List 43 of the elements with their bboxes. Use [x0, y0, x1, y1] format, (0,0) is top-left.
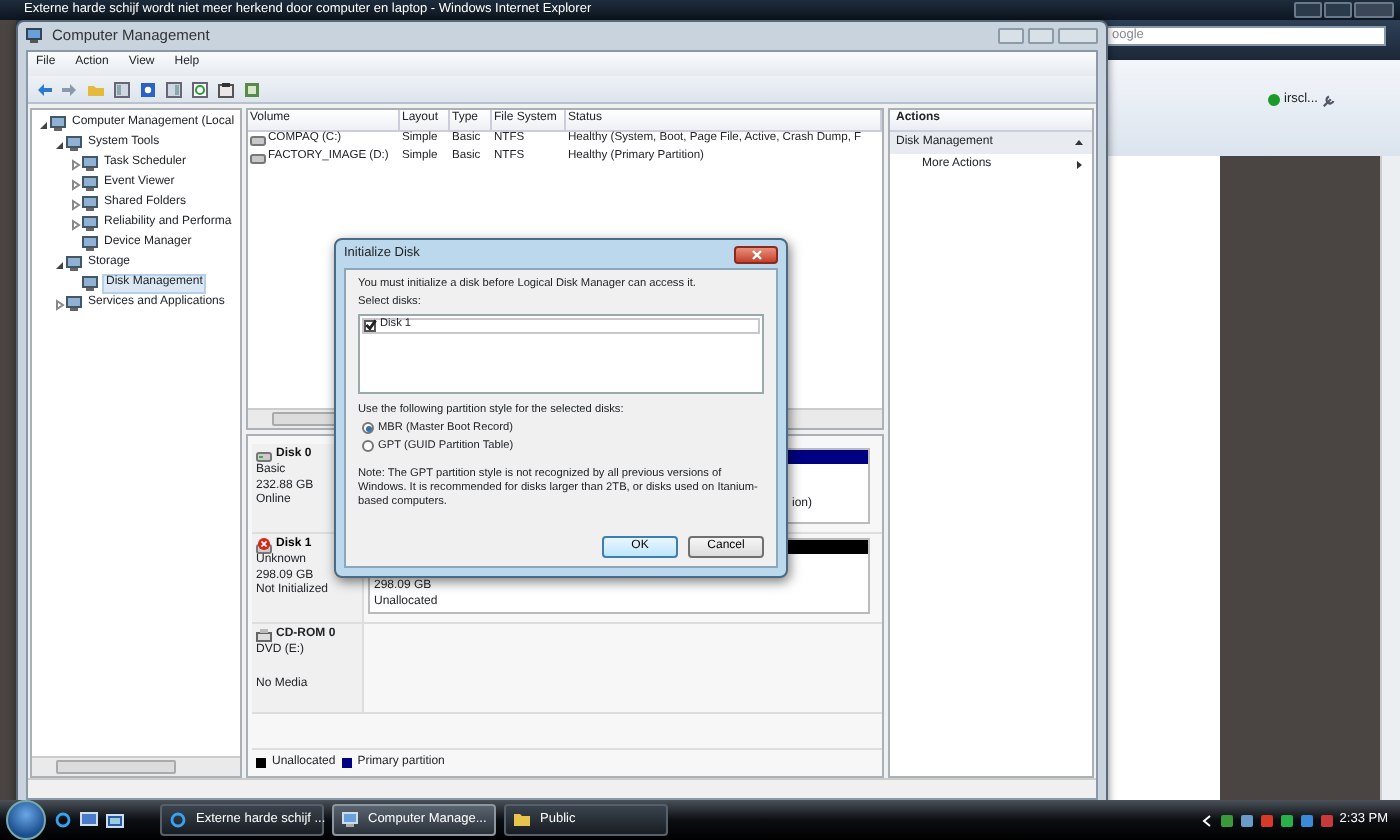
computer-icon — [66, 136, 82, 152]
computer-icon — [82, 156, 98, 172]
radio-button[interactable] — [362, 422, 374, 435]
collapsed-arrow-icon[interactable] — [52, 297, 66, 311]
back-arrow-icon[interactable] — [36, 81, 52, 97]
computer-icon — [82, 236, 98, 252]
scrollbar[interactable] — [1380, 156, 1400, 800]
close-icon — [749, 247, 763, 261]
desktop-icon[interactable] — [80, 812, 98, 828]
restore-button[interactable] — [1324, 2, 1352, 18]
window-switch-icon[interactable] — [106, 812, 124, 828]
panel-icon[interactable] — [166, 81, 182, 97]
expanded-arrow-icon[interactable] — [52, 257, 66, 271]
browser-icon[interactable] — [54, 812, 72, 828]
collapse-caret-icon[interactable] — [1072, 135, 1086, 149]
computer-icon — [82, 216, 98, 232]
scrollbar[interactable] — [32, 756, 240, 776]
panel-icon[interactable] — [114, 81, 130, 97]
minimize-button[interactable] — [1294, 2, 1322, 18]
expanded-arrow-icon[interactable] — [52, 137, 66, 151]
collapsed-arrow-icon[interactable] — [68, 217, 82, 231]
collapsed-arrow-icon[interactable] — [68, 197, 82, 211]
checkmark-icon — [363, 318, 377, 333]
computer-icon — [342, 812, 358, 828]
chevron-left-icon[interactable] — [1199, 813, 1214, 827]
browser-icon — [170, 812, 186, 828]
collapsed-arrow-icon[interactable] — [68, 157, 82, 171]
computer-icon — [82, 276, 98, 292]
wrench-icon[interactable] — [1321, 93, 1336, 108]
checkbox[interactable] — [364, 319, 376, 332]
collapsed-arrow-icon[interactable] — [68, 177, 82, 191]
close-button[interactable] — [734, 245, 778, 263]
computer-icon — [82, 196, 98, 212]
forward-arrow-icon[interactable] — [62, 81, 78, 97]
start-button[interactable] — [6, 800, 46, 840]
expanded-arrow-icon[interactable] — [36, 117, 50, 131]
computer-icon — [26, 28, 42, 44]
computer-icon — [50, 116, 66, 132]
submenu-caret-icon[interactable] — [1072, 158, 1086, 172]
computer-icon — [66, 256, 82, 272]
computer-icon — [66, 296, 82, 312]
radio-button[interactable] — [362, 440, 374, 453]
computer-icon — [82, 176, 98, 192]
